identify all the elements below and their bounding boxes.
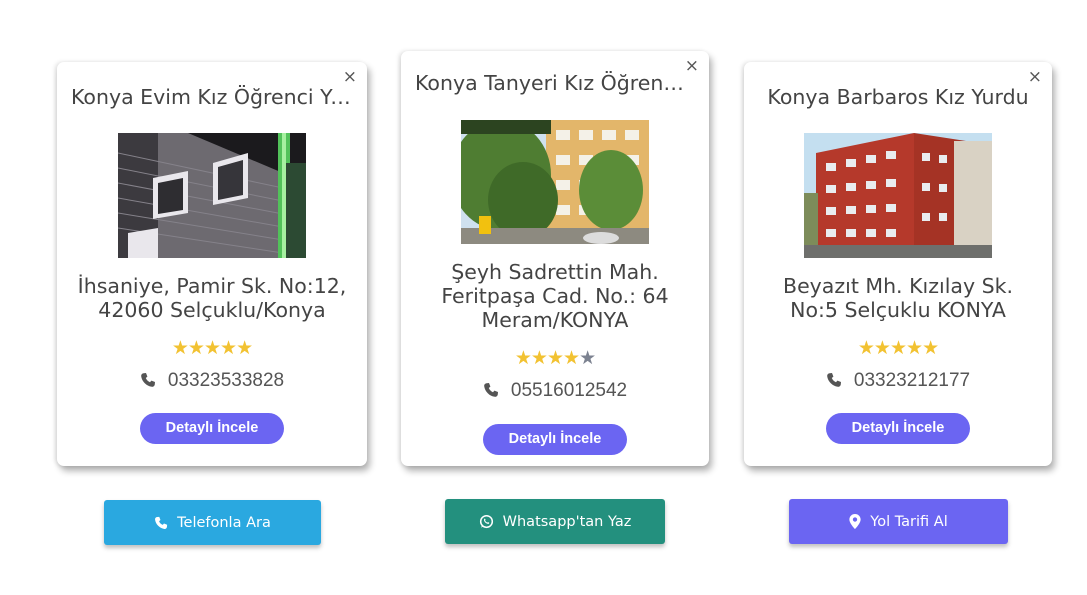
phone-line: 03323533828	[57, 370, 367, 392]
call-button-label: Telefonla Ara	[177, 514, 271, 531]
star-icon: ★	[546, 347, 564, 369]
star-icon: ★	[563, 347, 580, 369]
phone-icon	[155, 516, 168, 529]
phone-icon	[827, 373, 841, 387]
address-line: Feritpaşa Cad. No.: 64	[441, 284, 669, 308]
card-title: Konya Evim Kız Öğrenci Yurdu	[71, 85, 353, 109]
close-icon[interactable]: ×	[1028, 67, 1042, 87]
rating-stars: ★★★★★	[401, 347, 709, 369]
phone-line: 05516012542	[401, 380, 709, 402]
dorm-card-tanyeri: × Konya Tanyeri Kız Öğrenci Yurdu Şeyh S…	[401, 51, 709, 466]
address: İhsaniye, Pamir Sk. No:12, 42060 Selçukl…	[67, 274, 357, 322]
phone-number[interactable]: 03323212177	[854, 370, 970, 391]
address-line: No:5 Selçuklu KONYA	[790, 298, 1006, 322]
star-icon: ★	[873, 337, 891, 359]
star-icon: ★	[889, 337, 907, 359]
close-icon[interactable]: ×	[343, 67, 357, 87]
address-line: Şeyh Sadrettin Mah.	[451, 260, 659, 284]
whatsapp-button[interactable]: Whatsapp'tan Yaz	[445, 499, 665, 544]
details-button[interactable]: Detaylı İncele	[483, 424, 627, 455]
dorm-card-barbaros: × Konya Barbaros Kız Yurdu Beyazıt Mh. K…	[744, 62, 1052, 466]
dorm-photo	[461, 120, 649, 244]
phone-icon	[141, 373, 155, 387]
phone-icon	[484, 383, 498, 397]
star-icon: ★	[187, 337, 205, 359]
dorm-photo	[804, 133, 992, 258]
directions-button-label: Yol Tarifi Al	[870, 513, 948, 530]
details-button[interactable]: Detaylı İncele	[826, 413, 970, 444]
whatsapp-button-label: Whatsapp'tan Yaz	[502, 513, 632, 530]
map-marker-icon	[849, 514, 861, 529]
phone-number[interactable]: 03323533828	[168, 370, 284, 391]
address: Beyazıt Mh. Kızılay Sk. No:5 Selçuklu KO…	[754, 274, 1042, 322]
address-line: Meram/KONYA	[481, 308, 629, 332]
star-icon: ★	[906, 337, 923, 359]
star-icon: ★	[236, 337, 253, 359]
star-icon: ★	[171, 337, 189, 359]
phone-line: 03323212177	[744, 370, 1052, 392]
details-button[interactable]: Detaylı İncele	[140, 413, 284, 444]
card-title: Konya Tanyeri Kız Öğrenci Yurdu	[415, 71, 695, 95]
card-title: Konya Barbaros Kız Yurdu	[767, 85, 1029, 109]
whatsapp-icon	[479, 514, 493, 529]
star-icon: ★	[922, 337, 939, 359]
dorm-photo	[118, 133, 306, 258]
address-line: 42060 Selçuklu/Konya	[98, 298, 326, 322]
star-icon: ★	[203, 337, 221, 359]
star-icon: ★	[220, 337, 237, 359]
phone-number[interactable]: 05516012542	[511, 380, 627, 401]
dorm-card-evim: × Konya Evim Kız Öğrenci Yurdu İhsaniye,…	[57, 62, 367, 466]
star-icon: ★	[530, 347, 548, 369]
star-icon: ★	[514, 347, 532, 369]
address-line: İhsaniye, Pamir Sk. No:12,	[77, 274, 347, 298]
address: Şeyh Sadrettin Mah. Feritpaşa Cad. No.: …	[411, 260, 699, 332]
directions-button[interactable]: Yol Tarifi Al	[789, 499, 1008, 544]
call-button[interactable]: Telefonla Ara	[104, 500, 321, 545]
rating-stars: ★★★★★	[57, 337, 367, 359]
rating-stars: ★★★★★	[744, 337, 1052, 359]
star-icon: ★	[857, 337, 875, 359]
star-icon: ★	[579, 347, 596, 369]
address-line: Beyazıt Mh. Kızılay Sk.	[783, 274, 1013, 298]
